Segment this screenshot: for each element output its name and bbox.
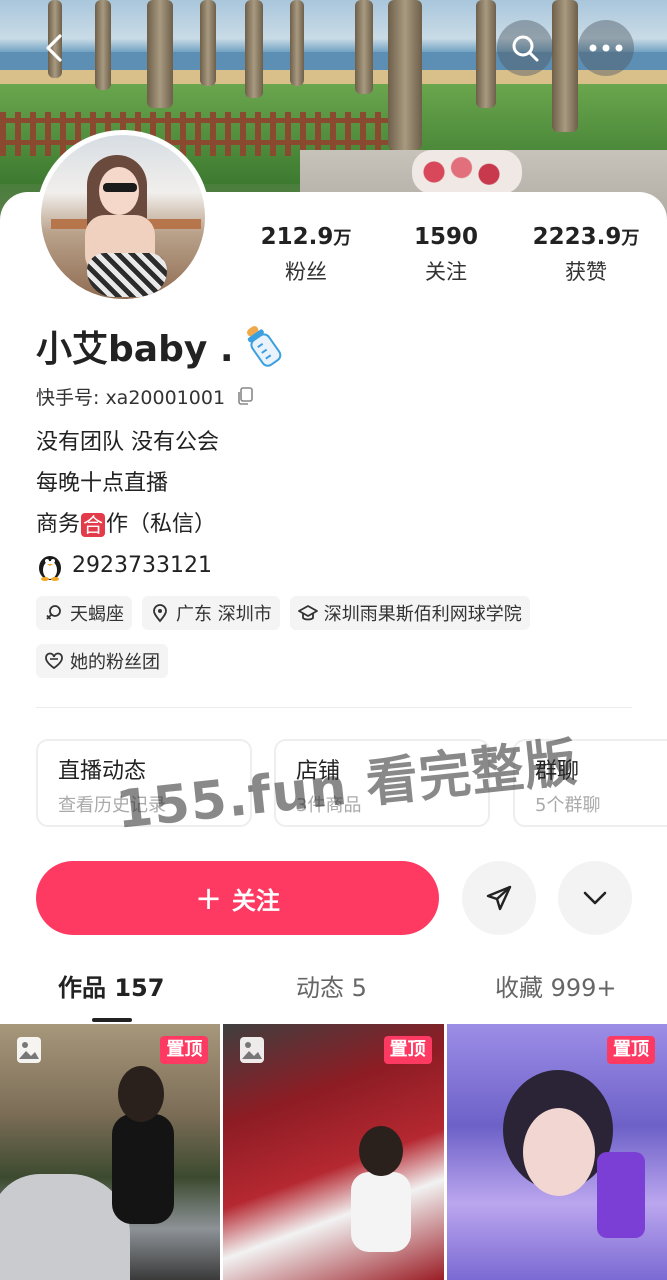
stat-unit: 万 [333, 228, 352, 249]
baby-bottle-icon [246, 326, 281, 367]
tab-moments[interactable]: 动态 5 [296, 960, 367, 1016]
pinned-badge: 置顶 [383, 1036, 432, 1064]
tag-school[interactable]: 深圳雨果斯佰利网球学院 [289, 596, 530, 630]
tag-label: 广东 深圳市 [176, 604, 272, 625]
pinned-badge: 置顶 [606, 1036, 655, 1064]
tag-label: 天蝎座 [70, 604, 124, 625]
stat-following[interactable]: 1590 关注 [376, 224, 516, 294]
profile-stats: 212.9万 粉丝 1590 关注 2223.9万 获赞 [236, 224, 656, 294]
bio-line: 没有团队 没有公会 [36, 429, 219, 455]
stat-label: 关注 [425, 260, 467, 284]
profile-name-row: 小艾baby . [36, 320, 286, 372]
stat-value: 212.9 [260, 224, 334, 250]
search-button[interactable] [497, 20, 553, 76]
stat-unit: 万 [621, 228, 640, 249]
stat-followers[interactable]: 212.9万 粉丝 [236, 224, 376, 294]
tag-location[interactable]: 广东 深圳市 [142, 596, 280, 630]
profile-bio: 没有团队 没有公会 每晚十点直播 商务合作（私信） 2923733121 [36, 422, 219, 586]
bio-text: 商务 [36, 511, 81, 537]
tag-label: 她的粉丝团 [70, 652, 160, 673]
works-grid: 置顶 置顶 置顶 [0, 1024, 667, 1280]
he-emoji-badge: 合 [81, 512, 106, 537]
send-icon [486, 885, 512, 911]
search-icon [512, 35, 539, 62]
profile-tabs: 作品 157 动态 5 收藏 999+ [0, 960, 667, 1022]
more-button[interactable] [578, 20, 634, 76]
back-button[interactable] [28, 20, 84, 76]
tab-favorites[interactable]: 收藏 999+ [495, 960, 617, 1016]
plus-icon: + [195, 879, 222, 917]
stat-label: 粉丝 [285, 260, 327, 284]
user-id: 快手号: xa20001001 [36, 386, 226, 409]
stat-label: 获赞 [565, 260, 607, 284]
zodiac-icon [46, 605, 61, 620]
follow-button[interactable]: + 关注 [36, 861, 439, 935]
chevron-down-icon [583, 891, 607, 905]
active-tab-indicator [92, 1018, 132, 1022]
user-id-row[interactable]: 快手号: xa20001001 [36, 382, 255, 410]
work-thumbnail[interactable]: 置顶 [223, 1024, 444, 1280]
graduation-cap-icon [297, 605, 318, 621]
tag-zodiac[interactable]: 天蝎座 [36, 596, 132, 630]
bio-line: 每晚十点直播 [36, 470, 169, 496]
section-divider [36, 707, 632, 708]
copy-icon[interactable] [235, 386, 255, 406]
bio-text: 2923733121 [72, 552, 212, 578]
more-dots-icon [589, 44, 623, 52]
avatar[interactable] [36, 130, 210, 304]
share-button[interactable] [462, 861, 536, 935]
profile-tags: 天蝎座 广东 深圳市 深圳雨果斯佰利网球学院 她的粉丝团 [36, 596, 656, 692]
pinned-badge: 置顶 [160, 1036, 209, 1064]
image-icon [17, 1037, 41, 1063]
location-pin-icon [153, 604, 167, 623]
expand-button[interactable] [558, 861, 632, 935]
work-thumbnail[interactable]: 置顶 [446, 1024, 667, 1280]
fan-club-heart-icon [45, 652, 63, 670]
penguin-icon [39, 555, 61, 581]
profile-name: 小艾baby . [36, 329, 234, 370]
stat-likes[interactable]: 2223.9万 获赞 [516, 224, 656, 294]
bio-line: 商务合作（私信） [36, 504, 219, 545]
image-icon [240, 1037, 265, 1063]
tab-works[interactable]: 作品 157 [58, 960, 164, 1016]
tag-fan-club[interactable]: 她的粉丝团 [36, 644, 168, 678]
stat-value: 2223.9 [532, 224, 622, 250]
bio-line: 2923733121 [36, 545, 219, 586]
tag-label: 深圳雨果斯佰利网球学院 [323, 604, 522, 625]
back-arrow-icon [46, 34, 62, 62]
stat-value: 1590 [413, 224, 478, 250]
work-thumbnail[interactable]: 置顶 [0, 1024, 221, 1280]
bio-text: 作（私信） [106, 511, 217, 537]
follow-label: 关注 [231, 886, 280, 915]
